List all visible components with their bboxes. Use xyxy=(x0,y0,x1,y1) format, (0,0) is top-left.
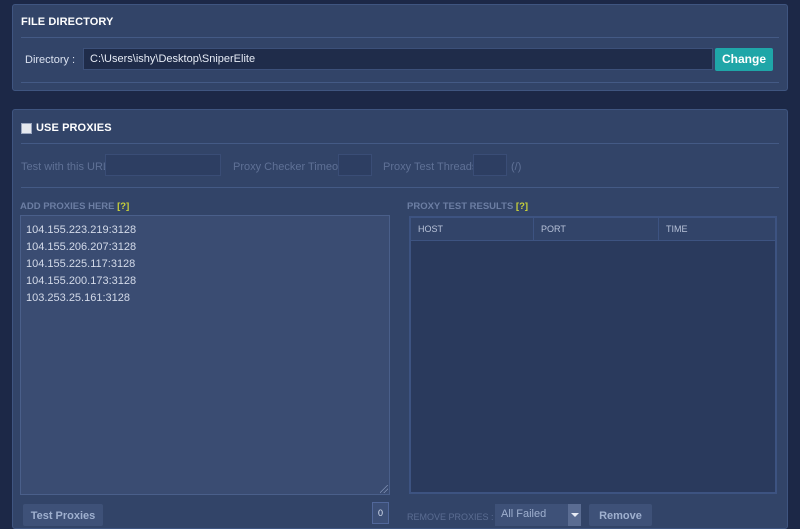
threads-unit: (/) xyxy=(511,161,522,173)
results-help-icon[interactable]: [?] xyxy=(516,201,528,212)
remove-proxies-label: REMOVE PROXIES : xyxy=(407,512,494,522)
results-text: PROXY TEST RESULTS xyxy=(407,201,514,212)
proxy-line: 104.155.223.219:3128 xyxy=(26,224,137,236)
add-proxies-text: ADD PROXIES HERE xyxy=(20,201,115,212)
results-label: PROXY TEST RESULTS [?] xyxy=(407,201,528,212)
results-header: HOST PORT TIME xyxy=(411,218,775,241)
proxy-line: 104.155.206.207:3128 xyxy=(26,241,137,253)
threads-label: Proxy Test Threads: xyxy=(383,161,481,173)
proxy-line: 104.155.225.117:3128 xyxy=(26,258,136,270)
resize-grip-icon[interactable] xyxy=(380,485,388,493)
timeout-input[interactable] xyxy=(338,154,372,176)
proxy-results-table: HOST PORT TIME xyxy=(409,216,777,494)
test-proxies-button[interactable]: Test Proxies xyxy=(23,504,103,526)
column-port[interactable]: PORT xyxy=(533,218,658,240)
test-url-label: Test with this URL: xyxy=(21,161,113,173)
proxy-list-textarea[interactable]: 104.155.223.219:3128 104.155.206.207:312… xyxy=(20,215,390,495)
directory-input[interactable]: C:\Users\ishy\Desktop\SniperElite xyxy=(83,48,713,70)
directory-label: Directory : xyxy=(25,54,76,66)
file-directory-title: FILE DIRECTORY xyxy=(21,16,114,28)
change-button[interactable]: Change xyxy=(715,48,773,71)
divider xyxy=(21,187,779,188)
use-proxies-panel: USE PROXIES Test with this URL: Proxy Ch… xyxy=(12,109,788,529)
divider xyxy=(21,143,779,144)
divider xyxy=(21,82,779,83)
test-url-input[interactable] xyxy=(105,154,221,176)
remove-button[interactable]: Remove xyxy=(589,504,652,526)
remove-select-value: All Failed xyxy=(501,508,547,520)
add-proxies-help-icon[interactable]: [?] xyxy=(117,201,129,212)
column-time[interactable]: TIME xyxy=(658,218,775,240)
proxy-line: 104.155.200.173:3128 xyxy=(26,275,137,287)
file-directory-panel: FILE DIRECTORY Directory : C:\Users\ishy… xyxy=(12,4,788,91)
remove-proxies-select[interactable]: All Failed xyxy=(495,504,581,526)
proxy-line: 103.253.25.161:3128 xyxy=(26,292,130,304)
use-proxies-title: USE PROXIES xyxy=(36,122,112,134)
divider xyxy=(21,37,779,38)
threads-input[interactable] xyxy=(473,154,507,176)
column-host[interactable]: HOST xyxy=(411,218,533,240)
timeout-label: Proxy Checker Timeout: xyxy=(233,161,351,173)
proxy-count-badge: 0 xyxy=(372,502,389,524)
use-proxies-checkbox[interactable] xyxy=(21,123,32,134)
add-proxies-label: ADD PROXIES HERE [?] xyxy=(20,201,129,212)
chevron-down-icon[interactable] xyxy=(568,504,581,526)
